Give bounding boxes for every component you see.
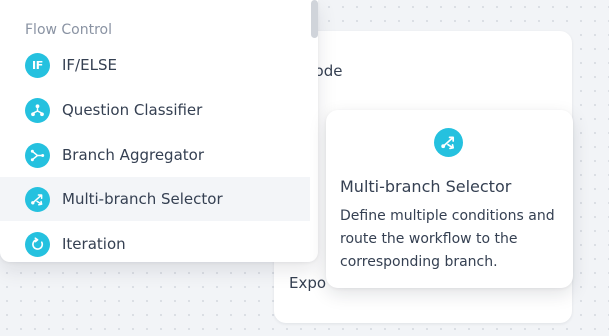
menu-item-iteration[interactable]: Iteration	[0, 222, 310, 262]
question-classifier-icon	[25, 97, 50, 123]
menu-item-multi-branch-selector[interactable]: Multi-branch Selector	[0, 177, 310, 221]
menu-item-label: Multi-branch Selector	[62, 190, 223, 208]
menu-item-label: Iteration	[62, 235, 126, 253]
node-menu: Flow Control IF IF/ELSE Question Classif…	[0, 0, 318, 262]
multi-branch-selector-icon	[25, 186, 50, 212]
if-else-icon: IF	[25, 52, 50, 78]
menu-item-if-else[interactable]: IF IF/ELSE	[0, 43, 310, 87]
tooltip-description: Define multiple conditions and route the…	[340, 208, 555, 270]
menu-item-question-classifier[interactable]: Question Classifier	[0, 88, 310, 132]
menu-item-branch-aggregator[interactable]: Branch Aggregator	[0, 133, 310, 177]
back-panel-row[interactable]: Expo	[289, 274, 326, 292]
section-title-flow-control: Flow Control	[25, 22, 113, 38]
iteration-icon	[25, 231, 50, 257]
multi-branch-selector-icon	[434, 128, 463, 157]
menu-item-label: IF/ELSE	[62, 56, 117, 74]
branch-aggregator-icon	[25, 142, 50, 168]
menu-item-label: Branch Aggregator	[62, 146, 204, 164]
node-tooltip: Multi-branch Selector Define multiple co…	[326, 110, 573, 288]
menu-scrollbar[interactable]	[311, 0, 318, 38]
menu-item-label: Question Classifier	[62, 101, 203, 119]
tooltip-title: Multi-branch Selector	[340, 177, 512, 196]
